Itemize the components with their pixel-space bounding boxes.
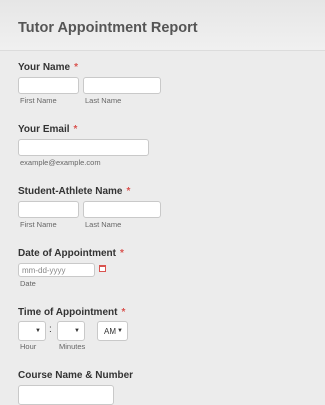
athlete-name-label-text: Student-Athlete Name — [18, 186, 123, 197]
course-label: Course Name & Number — [18, 370, 133, 381]
your-last-name-sublabel: Last Name — [85, 96, 122, 105]
your-last-name-input[interactable] — [83, 77, 161, 94]
athlete-last-name-sublabel: Last Name — [85, 220, 122, 229]
athlete-name-label: Student-Athlete Name * — [18, 186, 130, 197]
required-asterisk: * — [126, 186, 131, 197]
athlete-last-name-input[interactable] — [83, 201, 161, 218]
minutes-select[interactable]: ▼ — [57, 321, 85, 341]
date-label: Date of Appointment * — [18, 248, 124, 259]
required-asterisk: * — [73, 124, 78, 135]
ampm-value: AM — [104, 327, 116, 336]
your-email-label-text: Your Email — [18, 124, 70, 135]
athlete-first-name-input[interactable] — [18, 201, 79, 218]
calendar-icon[interactable] — [99, 265, 106, 272]
date-label-text: Date of Appointment — [18, 248, 116, 259]
chevron-down-icon: ▼ — [117, 328, 123, 334]
hour-sublabel: Hour — [20, 342, 37, 351]
your-first-name-input[interactable] — [18, 77, 79, 94]
date-sublabel: Date — [20, 279, 36, 288]
required-asterisk: * — [119, 248, 124, 259]
hour-select[interactable]: ▼ — [18, 321, 46, 341]
chevron-down-icon: ▼ — [35, 328, 41, 334]
date-input[interactable]: mm-dd-yyyy — [18, 263, 95, 277]
athlete-first-name-sublabel: First Name — [20, 220, 57, 229]
date-placeholder: mm-dd-yyyy — [22, 266, 66, 275]
time-label: Time of Appointment * — [18, 307, 125, 318]
your-name-label-text: Your Name — [18, 62, 71, 73]
form-title: Tutor Appointment Report — [18, 20, 198, 36]
chevron-down-icon: ▼ — [74, 328, 80, 334]
email-sublabel: example@example.com — [20, 158, 101, 167]
email-input[interactable] — [18, 139, 149, 156]
required-asterisk: * — [74, 62, 78, 73]
your-name-label: Your Name * — [18, 62, 78, 73]
ampm-select[interactable]: AM ▼ — [97, 321, 128, 341]
time-label-text: Time of Appointment — [18, 307, 118, 318]
required-asterisk: * — [121, 307, 126, 318]
time-separator: : — [49, 324, 52, 335]
minutes-sublabel: Minutes — [59, 342, 86, 351]
course-input[interactable] — [18, 385, 114, 405]
form-header: Tutor Appointment Report — [0, 0, 325, 51]
your-first-name-sublabel: First Name — [20, 96, 57, 105]
your-email-label: Your Email * — [18, 124, 77, 135]
course-label-text: Course Name & Number — [18, 370, 134, 381]
